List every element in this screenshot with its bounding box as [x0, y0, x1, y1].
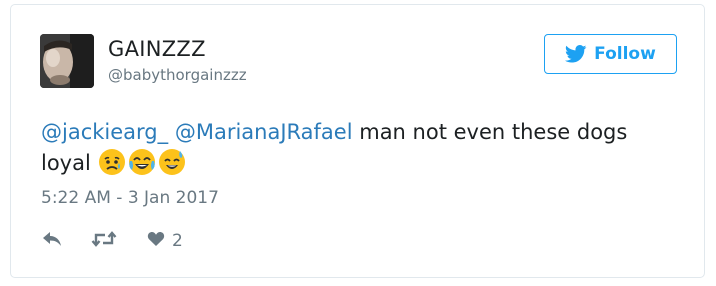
tweet-actions: 2	[41, 229, 183, 253]
tweet-timestamp[interactable]: 5:22 AM - 3 Jan 2017	[41, 188, 219, 208]
tweet-text: @jackiearg_ @MarianaJRafael man not even…	[41, 117, 681, 179]
follow-button-label: Follow	[594, 44, 656, 64]
disappointed-relieved-emoji-icon	[98, 148, 126, 176]
tweet-card: GAINZZZ @babythorgainzzz Follow @jackiea…	[10, 4, 705, 278]
cold-sweat-smile-emoji-icon	[158, 148, 186, 176]
reply-button[interactable]	[41, 230, 63, 252]
author-screen-name[interactable]: @babythorgainzzz	[108, 66, 247, 84]
like-count: 2	[172, 231, 183, 251]
retweet-icon	[91, 230, 117, 252]
mention-link[interactable]: @MarianaJRafael	[175, 120, 353, 144]
mention-link[interactable]: @jackiearg_	[41, 120, 168, 144]
twitter-bird-icon	[565, 45, 587, 63]
avatar-photo	[40, 34, 94, 88]
heart-icon	[147, 231, 165, 251]
like-button[interactable]: 2	[147, 231, 183, 251]
follow-button[interactable]: Follow	[544, 34, 677, 74]
retweet-button[interactable]	[91, 230, 117, 252]
emoji-group	[98, 148, 186, 176]
tears-of-joy-emoji-icon	[128, 148, 156, 176]
reply-icon	[41, 230, 63, 252]
author-display-name[interactable]: GAINZZZ	[108, 37, 206, 61]
avatar[interactable]	[40, 34, 94, 88]
